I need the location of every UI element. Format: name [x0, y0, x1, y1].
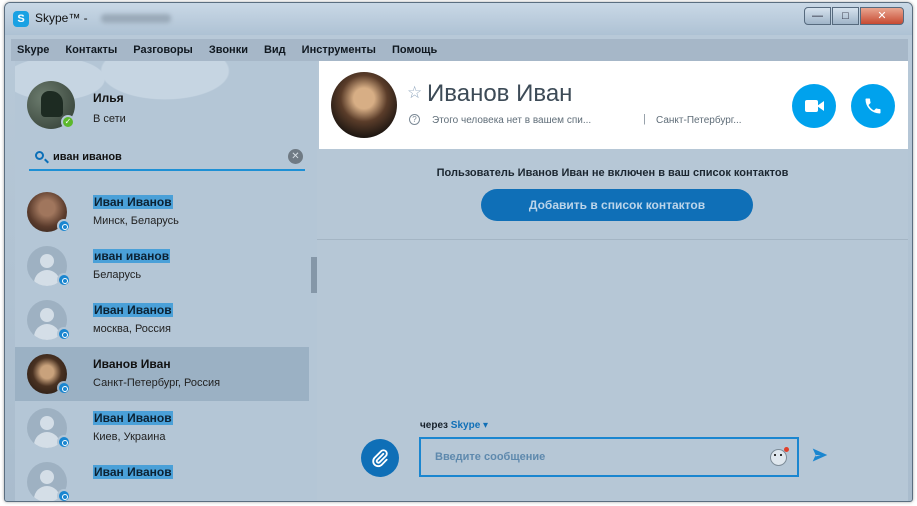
search-icon [35, 151, 44, 160]
video-call-button[interactable] [792, 84, 836, 128]
via-selector[interactable]: через Skype ▾ [420, 420, 488, 431]
add-contact-badge-icon [57, 435, 71, 449]
send-button[interactable] [811, 447, 829, 468]
profile-location: Санкт-Петербург... [656, 115, 742, 126]
add-to-contacts-button[interactable]: Добавить в список контактов [481, 189, 753, 221]
window-controls: — □ ✕ [804, 7, 904, 25]
online-status-icon: ✓ [61, 115, 75, 129]
attach-button[interactable] [361, 439, 399, 477]
not-in-contacts-notice: Пользователь Иванов Иван не включен в ва… [436, 167, 789, 179]
add-contact-badge-icon [57, 489, 71, 501]
add-contact-badge-icon [57, 327, 71, 341]
via-service-dropdown[interactable]: Skype ▾ [451, 420, 488, 431]
separator: | [643, 113, 646, 125]
contact-location: Минск, Беларусь [93, 215, 179, 227]
contact-name: Иван Иванов [93, 195, 173, 209]
contact-location: Киев, Украина [93, 431, 166, 443]
contact-item[interactable]: Иван Иванов Киев, Украина [15, 401, 309, 455]
info-icon: ? [409, 114, 420, 125]
add-contact-badge-icon [57, 273, 71, 287]
skype-window: S Skype™ - — □ ✕ Skype Контакты Разговор… [4, 2, 913, 502]
window-title: Skype™ - [35, 11, 88, 25]
my-name[interactable]: Илья [93, 91, 124, 105]
maximize-button[interactable]: □ [832, 7, 859, 25]
contact-location: Беларусь [93, 269, 142, 281]
contact-location: москва, Россия [93, 323, 172, 335]
message-input[interactable] [435, 447, 735, 467]
divider [317, 239, 908, 240]
contact-name: Иван Иванов [93, 465, 173, 479]
minimize-button[interactable]: — [804, 7, 831, 25]
contact-item[interactable]: Иван Иванов москва, Россия [15, 293, 309, 347]
conversation-panel: ☆ Иванов Иван ? Этого человека нет в ваш… [317, 61, 908, 501]
menu-help[interactable]: Помощь [392, 44, 437, 56]
contact-name: Иванов Иван [93, 357, 171, 371]
phone-icon [865, 98, 881, 114]
audio-call-button[interactable] [851, 84, 895, 128]
my-status[interactable]: В сети [93, 113, 126, 125]
search-box: ✕ [29, 145, 305, 171]
menu-tools[interactable]: Инструменты [302, 44, 376, 56]
send-icon [812, 448, 828, 462]
add-contact-badge-icon [57, 381, 71, 395]
profile-header: ☆ Иванов Иван ? Этого человека нет в ваш… [319, 61, 908, 149]
contact-item-selected[interactable]: Иванов Иван Санкт-Петербург, Россия [15, 347, 309, 401]
menu-view[interactable]: Вид [264, 44, 286, 56]
contact-item[interactable]: иван иванов Беларусь [15, 239, 309, 293]
message-box [419, 437, 799, 477]
emoticon-icon[interactable] [770, 447, 789, 466]
skype-logo-icon: S [13, 11, 29, 27]
contact-name: Иван Иванов [93, 303, 173, 317]
paperclip-icon [372, 449, 388, 468]
close-button[interactable]: ✕ [860, 7, 904, 25]
avatar-image [41, 91, 63, 117]
clear-search-icon[interactable]: ✕ [288, 149, 303, 164]
menu-conversations[interactable]: Разговоры [133, 44, 193, 56]
blurred-username [101, 14, 171, 23]
profile-avatar[interactable] [331, 72, 397, 138]
search-input[interactable] [53, 147, 283, 167]
via-label: через [420, 420, 449, 431]
contact-name: Иван Иванов [93, 411, 173, 425]
contact-item[interactable]: Иван Иванов [15, 455, 309, 501]
menu-bar: Skype Контакты Разговоры Звонки Вид Инст… [11, 39, 908, 61]
menu-skype[interactable]: Skype [17, 44, 49, 56]
add-contact-badge-icon [57, 219, 71, 233]
contact-location: Санкт-Петербург, Россия [93, 377, 221, 389]
sidebar: ✓ Илья В сети ✕ Иван Иванов Минск, Белар… [15, 61, 317, 501]
contact-list: Иван Иванов Минск, Беларусь иван иванов … [15, 185, 309, 501]
menu-contacts[interactable]: Контакты [65, 44, 117, 56]
contact-item[interactable]: Иван Иванов Минск, Беларусь [15, 185, 309, 239]
profile-name: Иванов Иван [427, 80, 573, 107]
title-bar: S Skype™ - — □ ✕ [5, 3, 912, 35]
profile-status: Этого человека нет в вашем спи... [432, 115, 592, 126]
favorite-star-icon[interactable]: ☆ [407, 83, 422, 103]
menu-calls[interactable]: Звонки [209, 44, 248, 56]
contact-name: иван иванов [93, 249, 171, 263]
